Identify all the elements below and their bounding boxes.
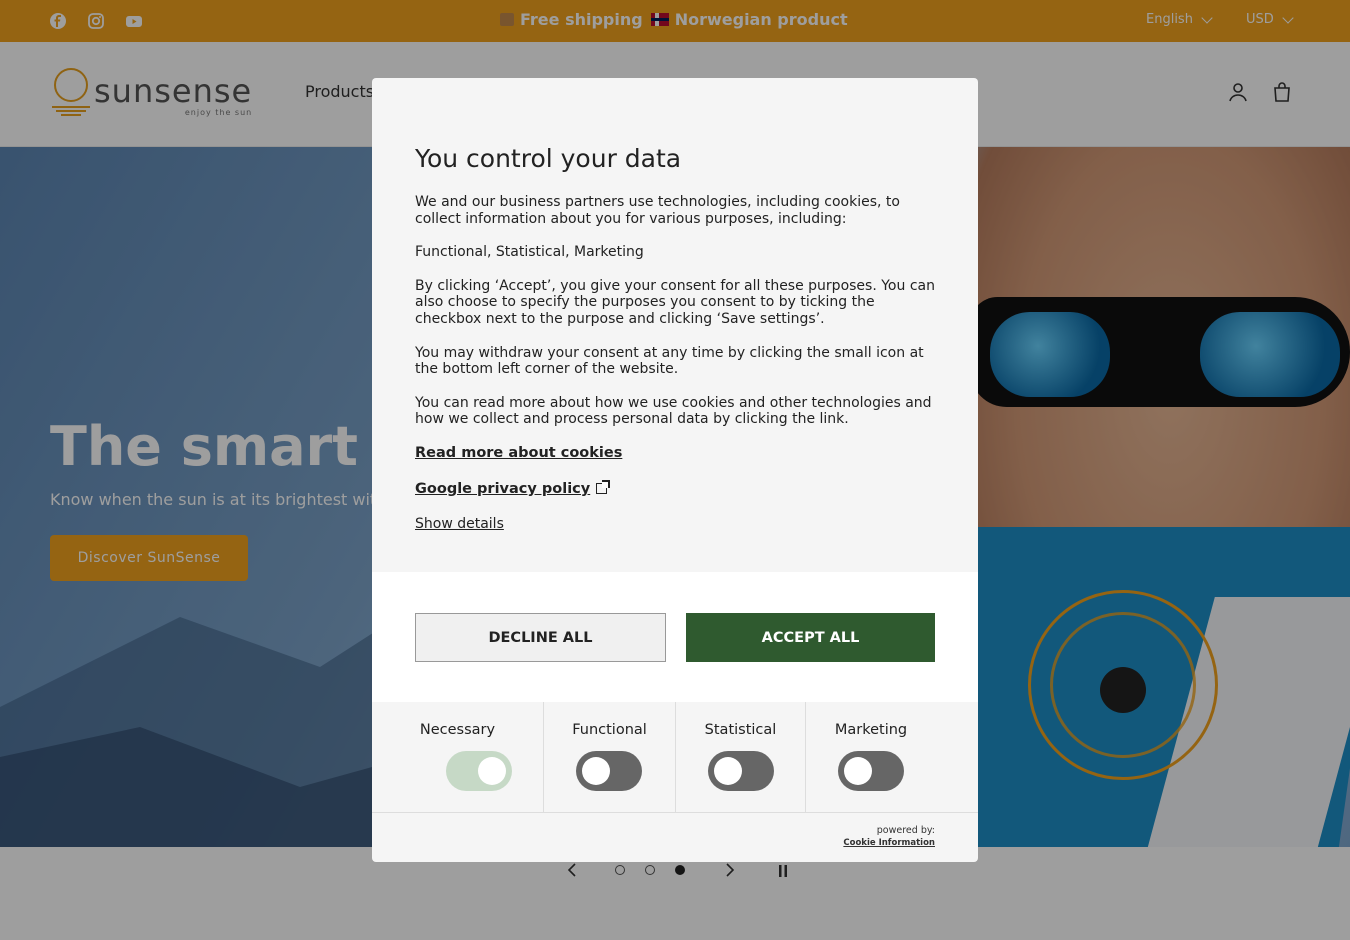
withdraw-text: You may withdraw your consent at any tim… — [415, 344, 924, 378]
statistical-toggle[interactable] — [708, 751, 774, 791]
category-statistical: Statistical — [676, 702, 806, 812]
dialog-title: You control your data — [415, 144, 682, 173]
accept-all-button[interactable]: ACCEPT ALL — [686, 613, 935, 662]
powered-by-label: powered by: — [876, 825, 935, 836]
divider — [372, 812, 978, 813]
purposes-text: Functional, Statistical, Marketing — [415, 244, 644, 261]
consent-categories: Necessary Functional Statistical Marketi… — [372, 702, 978, 812]
marketing-toggle[interactable] — [838, 751, 904, 791]
show-details-link[interactable]: Show details — [415, 516, 504, 532]
google-privacy-link[interactable]: Google privacy policy — [415, 480, 611, 497]
category-label: Marketing — [834, 722, 908, 738]
decline-all-button[interactable]: DECLINE ALL — [415, 613, 666, 662]
consent-text: By clicking ‘Accept’, you give your cons… — [415, 277, 935, 327]
category-necessary: Necessary — [372, 702, 544, 812]
functional-toggle[interactable] — [576, 751, 642, 791]
category-label: Functional — [572, 722, 647, 738]
cookie-consent-dialog: You control your data We and our busines… — [372, 78, 978, 862]
dialog-body: We and our business partners use technol… — [415, 194, 940, 445]
read-more-text: You can read more about how we use cooki… — [415, 394, 932, 428]
necessary-toggle — [446, 751, 512, 791]
category-marketing: Marketing — [806, 702, 978, 812]
google-privacy-label: Google privacy policy — [415, 481, 591, 497]
category-functional: Functional — [544, 702, 676, 812]
intro-text: We and our business partners use technol… — [415, 194, 900, 227]
consent-buttons: DECLINE ALL ACCEPT ALL — [372, 572, 978, 702]
external-link-icon — [596, 480, 611, 494]
powered-by: powered by: Cookie Information — [843, 825, 935, 849]
category-label: Necessary — [419, 722, 496, 738]
read-more-cookies-link[interactable]: Read more about cookies — [415, 445, 622, 461]
category-label: Statistical — [704, 722, 777, 738]
cookie-information-link[interactable]: Cookie Information — [843, 837, 935, 849]
